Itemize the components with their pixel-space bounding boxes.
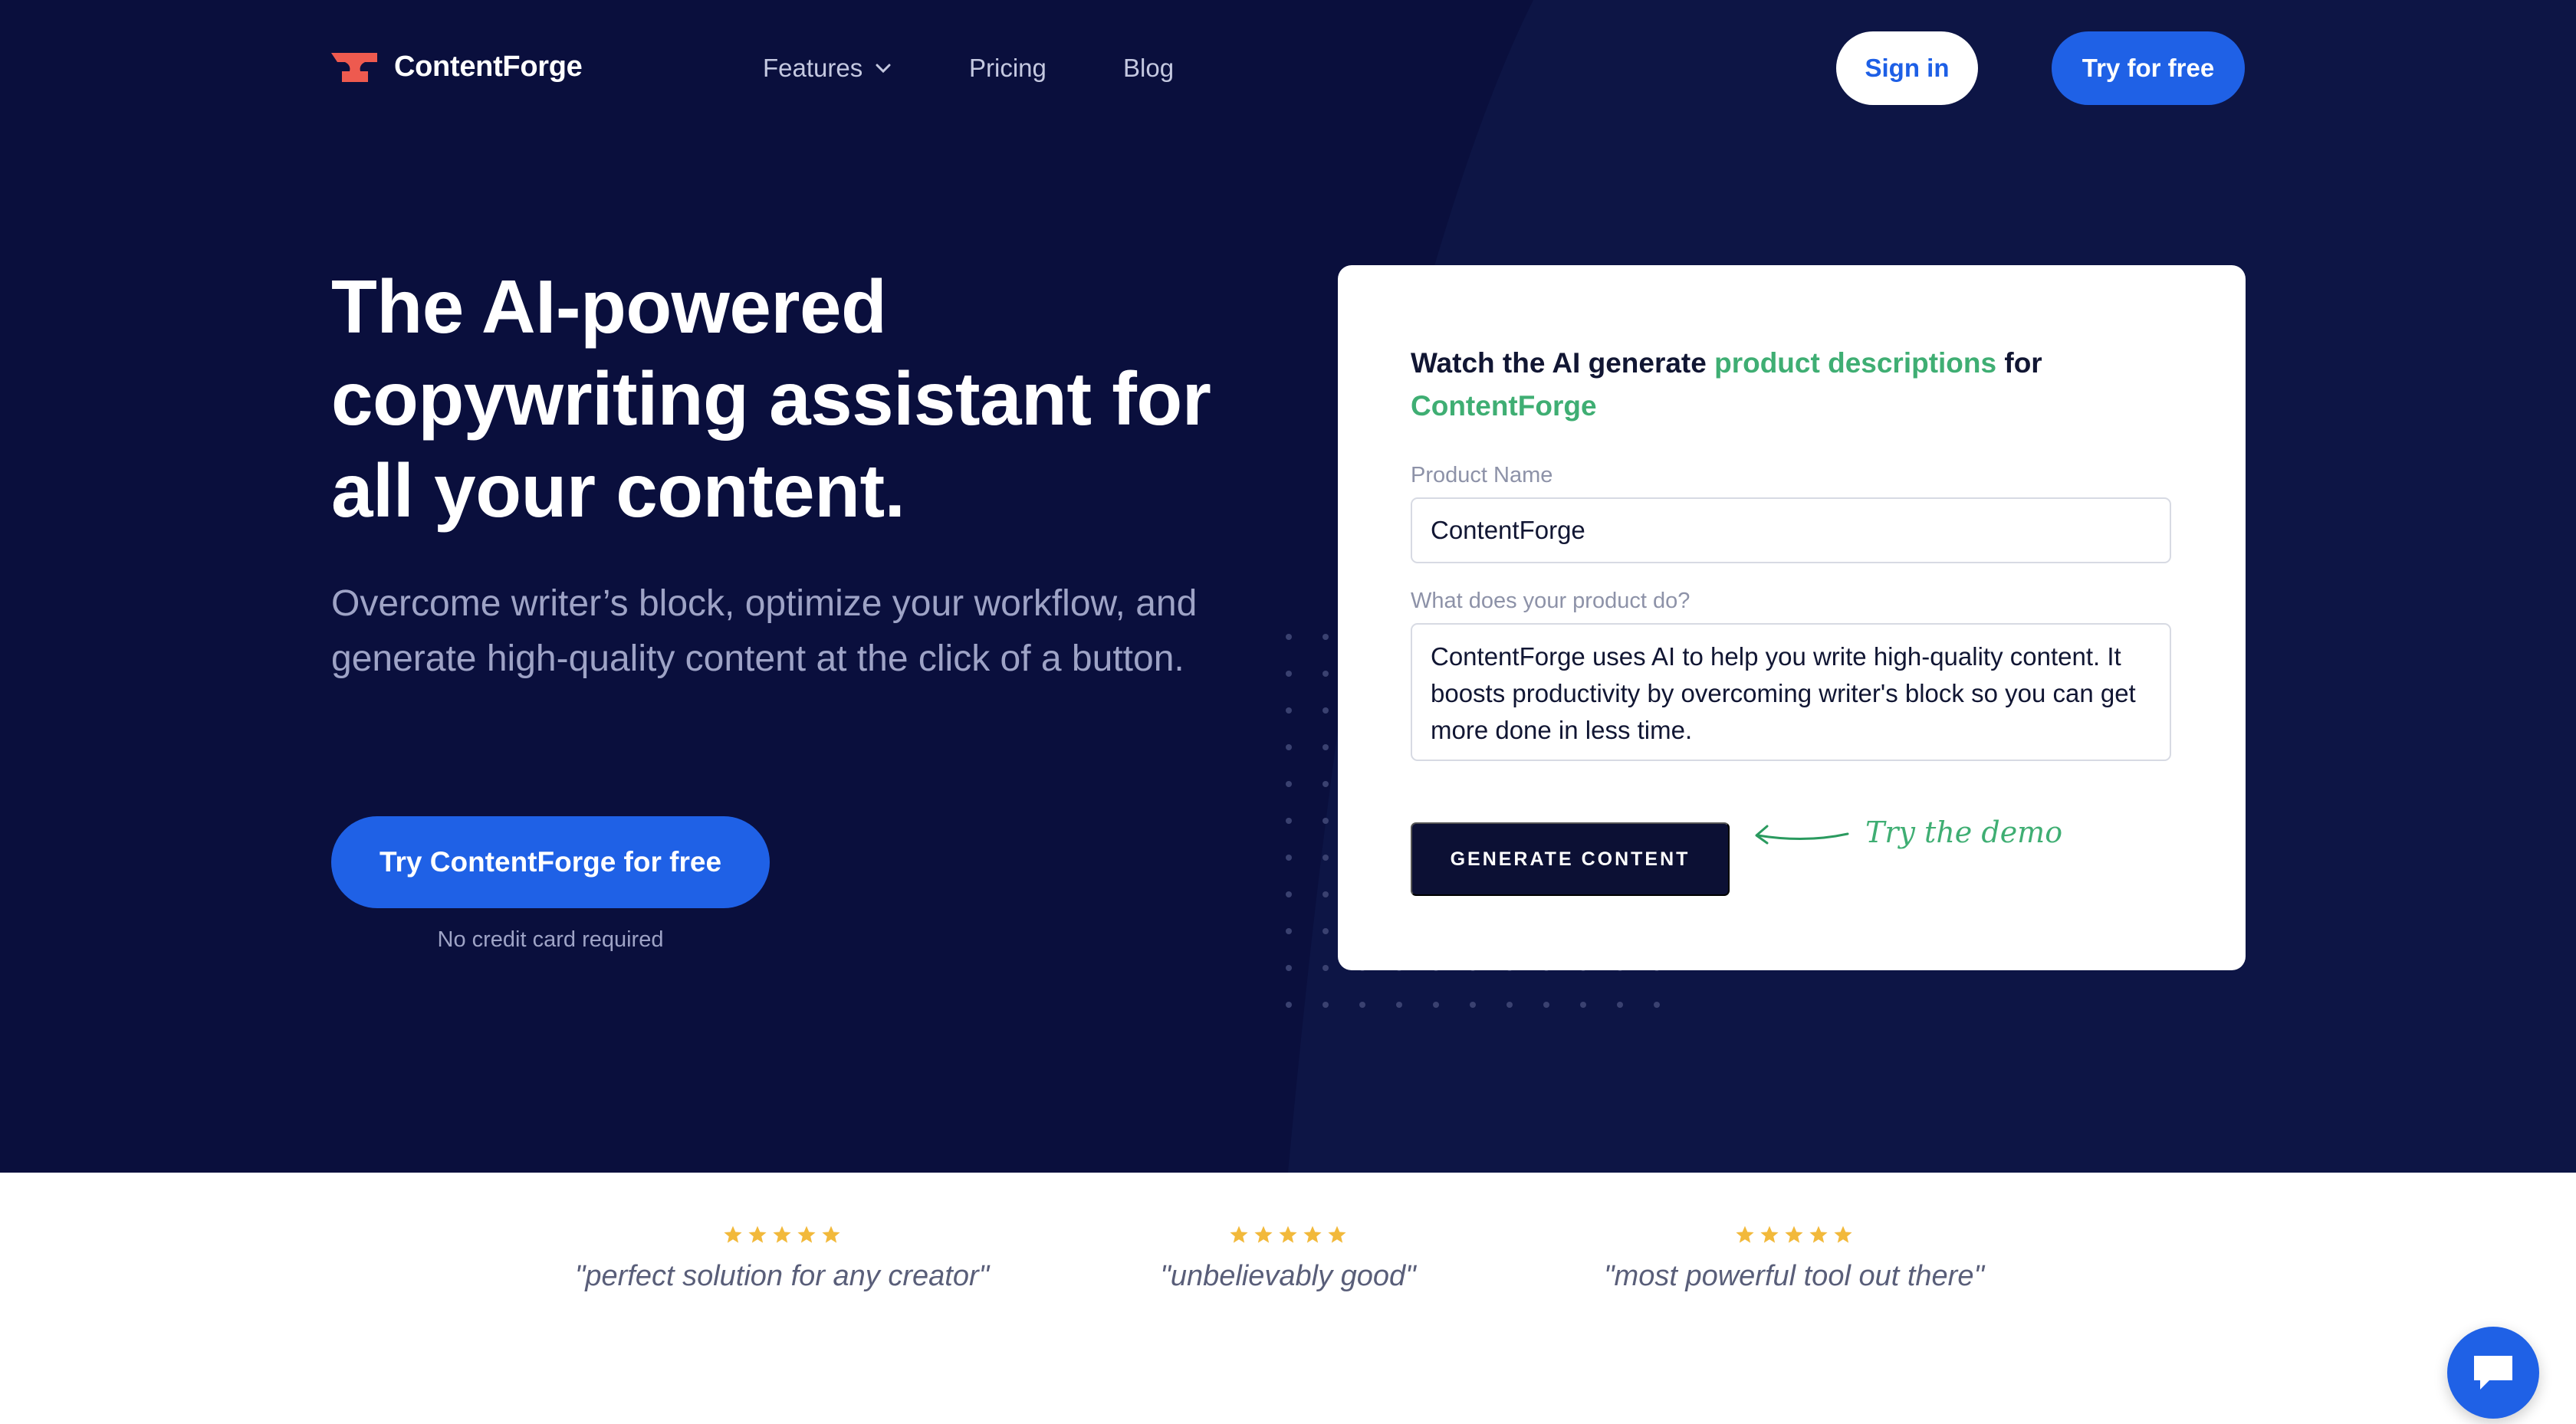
star-icon: [748, 1225, 767, 1243]
cta-button[interactable]: Try ContentForge for free: [331, 816, 770, 908]
dot: [1322, 855, 1329, 861]
star-icon: [1736, 1225, 1754, 1243]
star-rating: [1096, 1225, 1480, 1245]
dot: [1543, 1002, 1549, 1008]
dot: [1286, 928, 1292, 934]
cta-note: No credit card required: [437, 927, 664, 952]
review-3: "most powerful tool out there": [1564, 1225, 2024, 1293]
chat-bubble-icon: [2474, 1356, 2512, 1390]
review-2: "unbelievably good": [1096, 1225, 1480, 1293]
review-text: "most powerful tool out there": [1604, 1260, 1984, 1292]
hero-headline: The AI-powered copywriting assistant for…: [331, 264, 1211, 533]
dot: [1617, 1002, 1623, 1008]
sign-in-button[interactable]: Sign in: [1836, 31, 1978, 105]
review-1: "perfect solution for any creator": [552, 1225, 1012, 1293]
star-rating: [552, 1225, 1012, 1245]
dot: [1322, 965, 1329, 971]
star-icon: [1279, 1225, 1297, 1243]
reviews-section: "perfect solution for any creator" "unbe…: [0, 1173, 2576, 1424]
star-icon: [797, 1225, 816, 1243]
demo-hint: Try the demo: [1752, 815, 2062, 849]
star-icon: [1303, 1225, 1322, 1243]
star-icon: [1230, 1225, 1248, 1243]
demo-card-title: Watch the AI generate product descriptio…: [1411, 342, 2177, 428]
dot: [1322, 1002, 1329, 1008]
dot: [1396, 1002, 1402, 1008]
dot: [1322, 818, 1329, 824]
dot: [1286, 818, 1292, 824]
nav-features-label: Features: [763, 54, 863, 82]
nav-blog-label: Blog: [1123, 54, 1175, 82]
dot: [1322, 634, 1329, 640]
demo-title-mid: for: [1996, 347, 2042, 379]
dot: [1322, 707, 1329, 714]
nav-pricing[interactable]: Pricing: [969, 54, 1046, 83]
dot: [1322, 781, 1329, 787]
dot: [1359, 1002, 1365, 1008]
logo-text: ContentForge: [394, 51, 583, 83]
demo-title-highlight: product descriptions: [1714, 347, 1997, 379]
logo[interactable]: ContentForge: [331, 51, 583, 84]
star-icon: [1809, 1225, 1828, 1243]
star-icon: [1254, 1225, 1273, 1243]
review-text: "perfect solution for any creator": [574, 1260, 990, 1292]
star-icon: [822, 1225, 840, 1243]
star-icon: [1834, 1225, 1852, 1243]
dot: [1322, 928, 1329, 934]
nav-pricing-label: Pricing: [969, 54, 1046, 82]
demo-title-product: ContentForge: [1411, 390, 1597, 422]
dot: [1286, 781, 1292, 787]
star-icon: [1760, 1225, 1779, 1243]
nav-features[interactable]: Features: [763, 54, 892, 83]
star-icon: [1328, 1225, 1346, 1243]
dot: [1286, 891, 1292, 897]
star-icon: [773, 1225, 791, 1243]
dot: [1286, 855, 1292, 861]
demo-hint-text: Try the demo: [1865, 815, 2063, 849]
description-label: What does your product do?: [1411, 589, 1691, 613]
dot: [1322, 671, 1329, 677]
dot: [1286, 1002, 1292, 1008]
dot: [1506, 1002, 1513, 1008]
star-rating: [1564, 1225, 2024, 1245]
nav-blog[interactable]: Blog: [1123, 54, 1174, 83]
description-textarea[interactable]: ContentForge uses AI to help you write h…: [1411, 623, 2171, 761]
chat-button[interactable]: [2447, 1327, 2539, 1419]
star-icon: [1785, 1225, 1803, 1243]
try-for-free-button[interactable]: Try for free: [2052, 31, 2245, 105]
dot: [1286, 634, 1292, 640]
star-icon: [724, 1225, 742, 1243]
generate-content-button[interactable]: GENERATE CONTENT: [1411, 822, 1730, 896]
hero-subtext: Overcome writer’s block, optimize your w…: [331, 583, 1198, 679]
dot: [1286, 671, 1292, 677]
product-name-input[interactable]: ContentForge: [1411, 497, 2171, 563]
review-text: "unbelievably good": [1160, 1260, 1416, 1292]
dot: [1433, 1002, 1439, 1008]
dot: [1322, 744, 1329, 750]
product-name-label: Product Name: [1411, 463, 1553, 487]
dot: [1654, 1002, 1660, 1008]
hero-section: ContentForge Features Pricing Blog Sign …: [0, 0, 2576, 1173]
dot: [1286, 707, 1292, 714]
dot: [1286, 965, 1292, 971]
dot: [1322, 891, 1329, 897]
demo-title-prefix: Watch the AI generate: [1411, 347, 1715, 379]
arrow-left-icon: [1755, 825, 1849, 845]
dot: [1580, 1002, 1586, 1008]
dot: [1286, 744, 1292, 750]
demo-card: Watch the AI generate product descriptio…: [1338, 265, 2246, 970]
anvil-icon: [331, 52, 377, 82]
chevron-down-icon: [876, 64, 891, 74]
dot: [1470, 1002, 1476, 1008]
